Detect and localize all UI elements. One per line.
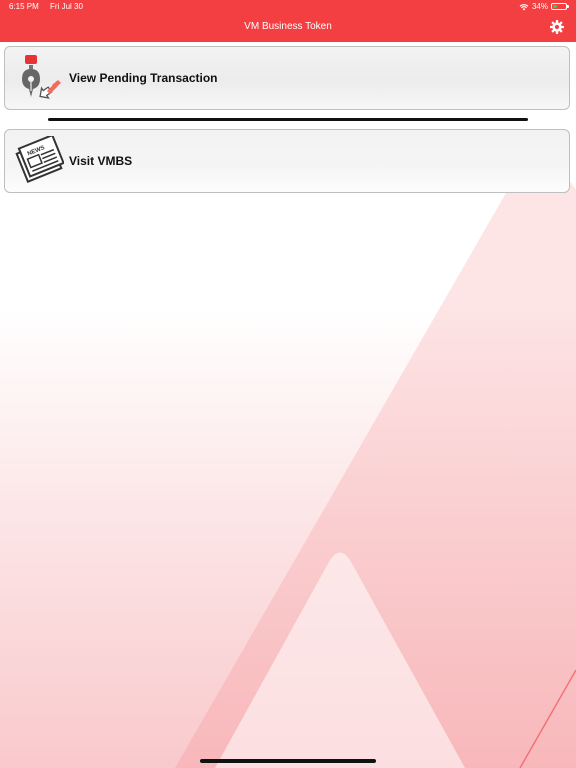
newspaper-icon: NEWS: [15, 136, 64, 183]
background-triangles: [175, 152, 576, 768]
status-bar-left: 6:15 PM Fri Jul 30: [9, 2, 92, 11]
gear-icon[interactable]: [550, 20, 564, 34]
visit-vmbs-button[interactable]: NEWS Visit VMBS: [4, 129, 570, 193]
status-date: Fri Jul 30: [50, 2, 83, 11]
section-divider: [48, 118, 528, 121]
view-pending-transaction-button[interactable]: View Pending Transaction: [4, 46, 570, 110]
visit-vmbs-label: Visit VMBS: [69, 154, 133, 168]
wifi-icon: [519, 3, 529, 10]
battery-level-fill: [553, 5, 557, 8]
pen-pending-transaction-icon: [22, 55, 61, 99]
page-title: VM Business Token: [244, 21, 332, 32]
status-time: 6:15 PM: [9, 2, 39, 11]
view-pending-transaction-label: View Pending Transaction: [69, 71, 218, 85]
status-bar-right: 34%: [519, 2, 569, 11]
home-indicator[interactable]: [200, 759, 376, 763]
battery-charging-icon: [551, 3, 569, 10]
battery-percent: 34%: [531, 2, 548, 11]
app-header: 6:15 PM Fri Jul 30 34% VM Business Token: [0, 0, 576, 42]
